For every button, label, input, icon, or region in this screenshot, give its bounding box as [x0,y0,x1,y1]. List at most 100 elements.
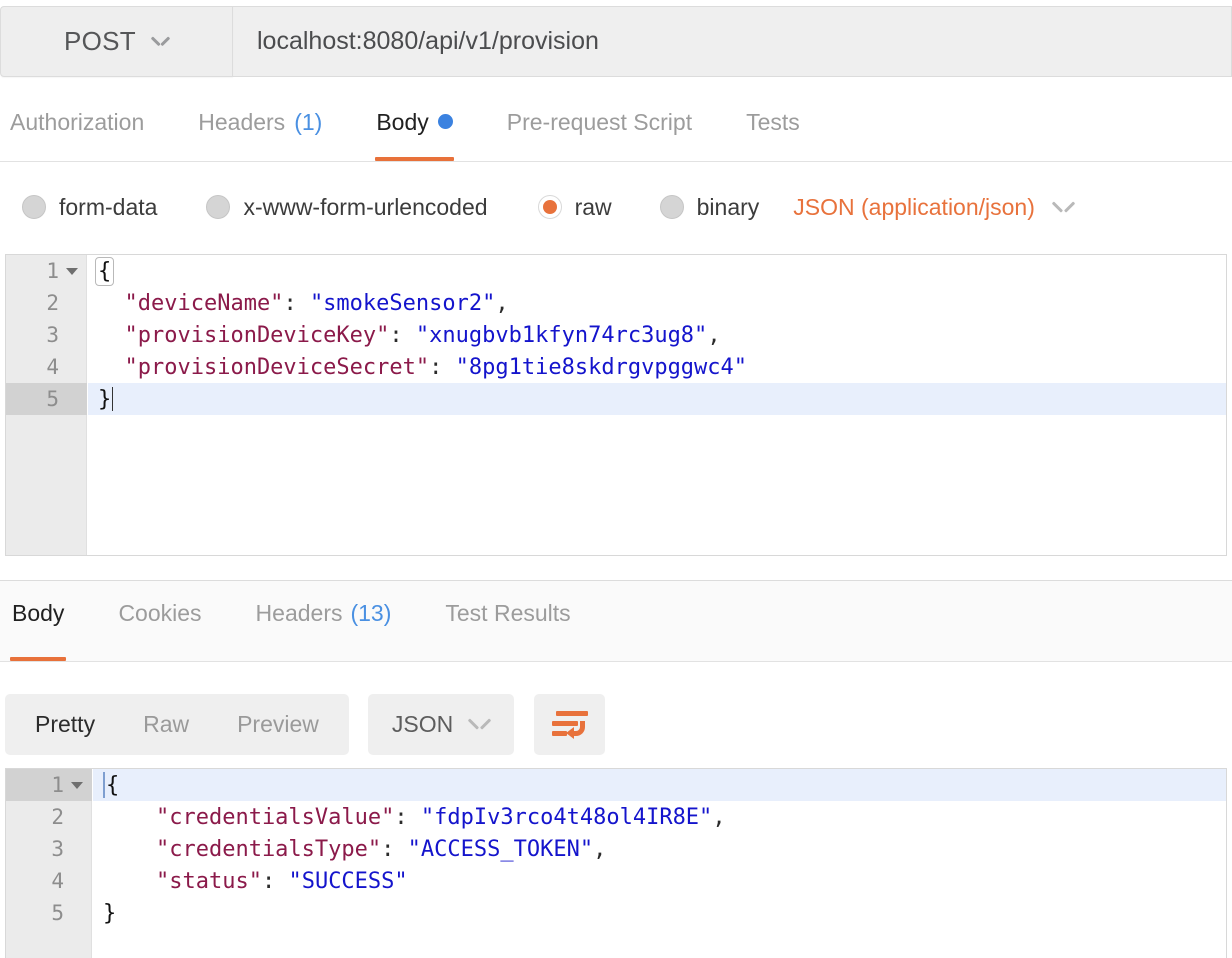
line-code: { [103,769,119,801]
tab-label: Authorization [10,109,144,136]
chevron-down-icon [469,718,490,730]
tab-label: Cookies [118,600,201,627]
response-tab-test-results[interactable]: Test Results [445,581,570,661]
fold-arrow-icon[interactable] [66,268,78,275]
line-number: 3 [6,833,92,865]
line-number: 4 [6,351,87,383]
editor-line[interactable]: 4 "provisionDeviceSecret": "8pg1tie8skdr… [6,351,1226,383]
text-cursor [103,772,105,798]
editor-line[interactable]: 5} [6,897,1226,929]
editor-line[interactable]: 2 "deviceName": "smokeSensor2", [6,287,1226,319]
word-wrap-icon [552,709,588,739]
line-number: 1 [6,769,92,801]
tab-label: Test Results [445,600,570,627]
tab-count: (1) [294,109,322,136]
line-number: 2 [6,287,87,319]
postman-request-response-view: POST localhost:8080/api/v1/provision Aut… [0,0,1232,958]
code-token: : [283,291,310,316]
view-mode-label: Pretty [35,711,95,738]
fold-arrow-icon[interactable] [71,782,83,789]
http-method-selector[interactable]: POST [0,6,233,77]
editor-line[interactable]: 2 "credentialsValue": "fdpIv3rco4t48ol4I… [6,801,1226,833]
request-body-editor[interactable]: 1{2 "deviceName": "smokeSensor2",3 "prov… [5,254,1227,556]
code-token: , [495,291,508,316]
tab-label: Body [12,600,64,627]
code-token: "smokeSensor2" [310,291,495,316]
radio-icon [206,195,230,219]
line-background [93,897,1226,929]
code-token: : [262,869,289,894]
editor-line[interactable]: 1{ [6,255,1226,287]
code-token: : [381,837,408,862]
format-label: JSON [392,711,453,738]
code-token: : [429,355,456,380]
radio-binary[interactable]: binary [660,194,760,221]
code-token: "deviceName" [98,291,283,316]
body-type-options: form-data x-www-form-urlencoded raw bina… [0,176,1232,238]
chevron-down-icon [152,36,169,47]
code-token: { [96,258,113,285]
response-tab-body[interactable]: Body [12,581,64,661]
editor-line[interactable]: 4 "status": "SUCCESS" [6,865,1226,897]
line-number: 1 [6,255,87,287]
code-token: "fdpIv3rco4t48ol4IR8E" [421,805,712,830]
url-input[interactable]: localhost:8080/api/v1/provision [233,6,1232,77]
editor-line[interactable]: 1{ [6,769,1226,801]
request-tab-bar: Authorization Headers (1) Body Pre-reque… [0,97,1232,162]
code-token: "credentialsValue" [103,805,394,830]
text-cursor [112,387,113,411]
code-token: { [106,773,119,798]
tab-label: Headers [256,600,343,627]
tab-label: Pre-request Script [507,109,692,136]
response-tab-headers[interactable]: Headers (13) [256,581,392,661]
line-code: } [103,897,116,929]
view-mode-preview[interactable]: Preview [213,694,343,755]
radio-icon [660,195,684,219]
radio-form-data[interactable]: form-data [22,194,157,221]
response-view-mode-group: Pretty Raw Preview [5,694,349,755]
radio-icon-selected [538,195,562,219]
content-type-label: JSON (application/json) [793,194,1035,221]
view-mode-raw[interactable]: Raw [119,694,213,755]
response-tab-cookies[interactable]: Cookies [118,581,201,661]
line-number: 2 [6,801,92,833]
radio-x-www-form-urlencoded[interactable]: x-www-form-urlencoded [206,194,487,221]
code-token: "SUCCESS" [288,869,407,894]
response-format-selector[interactable]: JSON [368,694,514,755]
line-code: "provisionDeviceSecret": "8pg1tie8skdrgv… [98,351,747,383]
content-type-selector[interactable]: JSON (application/json) [793,194,1074,221]
tab-body[interactable]: Body [376,97,452,161]
code-token: , [712,805,725,830]
response-toolbar: Pretty Raw Preview JSON [0,686,1232,762]
radio-label: raw [575,194,612,221]
tab-count: (13) [350,600,391,627]
radio-raw[interactable]: raw [538,194,612,221]
code-token: } [103,901,116,926]
line-code: } [98,383,113,415]
line-code: "status": "SUCCESS" [103,865,408,897]
view-mode-pretty[interactable]: Pretty [11,694,119,755]
radio-label: binary [697,194,760,221]
tab-headers[interactable]: Headers (1) [198,97,322,161]
radio-label: form-data [59,194,157,221]
tab-pre-request-script[interactable]: Pre-request Script [507,97,692,161]
chevron-down-icon [1053,201,1074,213]
body-modified-dot-icon [438,114,453,129]
tab-label: Body [376,109,428,136]
tab-tests[interactable]: Tests [746,97,800,161]
line-background [93,769,1226,801]
http-method-label: POST [64,26,136,57]
word-wrap-toggle-button[interactable] [534,694,605,755]
view-mode-label: Raw [143,711,189,738]
editor-line[interactable]: 3 "provisionDeviceKey": "xnugbvb1kfyn74r… [6,319,1226,351]
code-token: "xnugbvb1kfyn74rc3ug8" [416,323,707,348]
line-code: "credentialsType": "ACCESS_TOKEN", [103,833,606,865]
tab-authorization[interactable]: Authorization [10,97,144,161]
code-token: , [707,323,720,348]
radio-label: x-www-form-urlencoded [243,194,487,221]
code-token: "provisionDeviceKey" [98,323,389,348]
editor-line[interactable]: 3 "credentialsType": "ACCESS_TOKEN", [6,833,1226,865]
response-body-editor[interactable]: 1{2 "credentialsValue": "fdpIv3rco4t48ol… [5,768,1227,958]
editor-line[interactable]: 5} [6,383,1226,415]
code-token: "credentialsType" [103,837,381,862]
